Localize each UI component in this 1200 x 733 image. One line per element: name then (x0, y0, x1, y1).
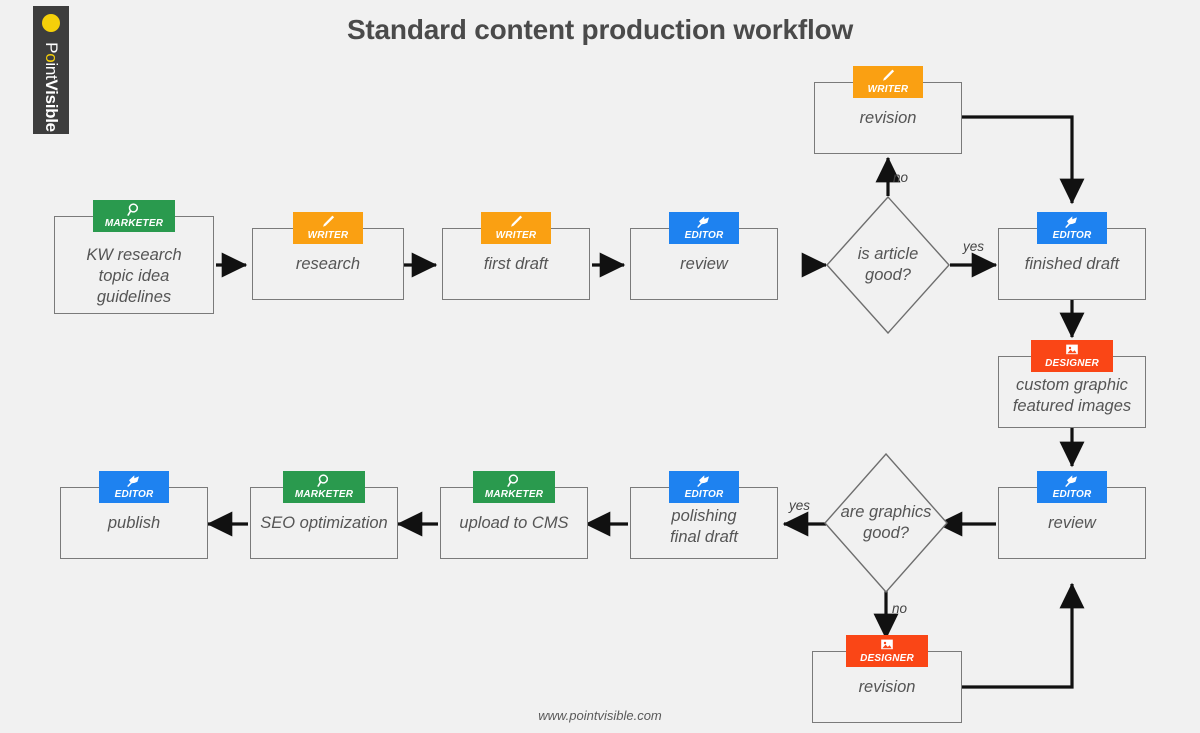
node-label: SEO optimization (260, 514, 388, 532)
logo-wordmark: PointVisible (33, 40, 69, 134)
node-revision-bottom[interactable]: DESIGNER revision (812, 635, 962, 723)
node-label-line2: featured images (1012, 397, 1132, 415)
pushpin-icon (696, 473, 712, 488)
role-badge-label: WRITER (495, 230, 537, 241)
decision-are-graphics-good[interactable]: are graphics good? (824, 453, 948, 593)
node-label: review (680, 255, 728, 273)
role-badge-label: EDITOR (684, 489, 724, 500)
node-label: upload to CMS (459, 514, 569, 532)
node-first-draft[interactable]: WRITER first draft (442, 212, 590, 300)
edge-label-graphics-no: no (892, 601, 908, 616)
role-badge-label: EDITOR (114, 489, 154, 500)
node-review-top[interactable]: EDITOR review (630, 212, 778, 300)
role-badge-editor: EDITOR (1037, 212, 1107, 244)
pushpin-icon (696, 214, 712, 229)
decision-label-line2: good? (863, 524, 909, 542)
role-badge-label: DESIGNER (1045, 358, 1099, 369)
role-badge-editor: EDITOR (99, 471, 169, 503)
node-upload-to-cms[interactable]: MARKETER upload to CMS (440, 471, 588, 559)
role-badge-writer: WRITER (853, 66, 923, 98)
magnifier-icon (126, 202, 142, 217)
node-label: first draft (483, 255, 549, 273)
edge-label-article-yes: yes (963, 239, 985, 254)
image-icon (1064, 342, 1080, 357)
pen-icon (508, 214, 524, 229)
decision-label-line2: good? (865, 266, 911, 284)
role-badge-label: WRITER (867, 84, 909, 95)
node-revision-top[interactable]: WRITER revision (814, 66, 962, 154)
node-label: revision (859, 109, 917, 127)
node-seo-optimization[interactable]: MARKETER SEO optimization (250, 471, 398, 559)
node-label-line3: guidelines (96, 288, 172, 306)
node-label: publish (107, 514, 161, 532)
pushpin-icon (1064, 473, 1080, 488)
decision-is-article-good[interactable]: is article good? (826, 196, 950, 334)
role-badge-marketer: MARKETER (93, 200, 175, 232)
role-badge-label: MARKETER (104, 218, 164, 229)
magnifier-icon (506, 473, 522, 488)
role-badge-writer: WRITER (481, 212, 551, 244)
role-badge-label: EDITOR (684, 230, 724, 241)
role-badge-writer: WRITER (293, 212, 363, 244)
logo-text-o: o (42, 53, 61, 63)
role-badge-label: EDITOR (1052, 230, 1092, 241)
node-label-line2: final draft (670, 528, 738, 546)
footer-url: www.pointvisible.com (538, 708, 662, 723)
image-icon (879, 637, 895, 652)
role-badge-marketer: MARKETER (473, 471, 555, 503)
node-label-line1: custom graphic (1016, 376, 1128, 394)
role-badge-editor: EDITOR (1037, 471, 1107, 503)
node-review-bottom[interactable]: EDITOR review (998, 471, 1146, 559)
pen-icon (320, 214, 336, 229)
diagram-canvas: PointVisible Standard content production… (0, 0, 1200, 733)
page-title: Standard content production workflow (346, 14, 854, 45)
decision-label-line1: is article (857, 245, 919, 263)
role-badge-designer: DESIGNER (846, 635, 928, 667)
edge-label-graphics-yes: yes (789, 498, 811, 513)
node-polishing-final-draft[interactable]: EDITOR polishing final draft (630, 471, 778, 559)
node-label: finished draft (1024, 255, 1120, 273)
node-label: review (1048, 514, 1096, 532)
magnifier-icon (316, 473, 332, 488)
role-badge-label: EDITOR (1052, 489, 1092, 500)
role-badge-editor: EDITOR (669, 471, 739, 503)
node-research[interactable]: WRITER research (252, 212, 404, 300)
node-custom-graphic[interactable]: DESIGNER custom graphic featured images (998, 340, 1146, 428)
role-badge-label: MARKETER (484, 489, 544, 500)
node-label-line1: KW research (86, 246, 182, 264)
pushpin-icon (1064, 214, 1080, 229)
role-badge-editor: EDITOR (669, 212, 739, 244)
logo-text-isible: isible (42, 90, 61, 132)
edge-label-article-no: no (893, 170, 909, 185)
node-kw-research[interactable]: MARKETER KW research topic idea guidelin… (54, 200, 214, 314)
pen-icon (880, 68, 896, 83)
logo-text-v: V (42, 79, 61, 91)
logo-text-int: int (42, 62, 61, 80)
node-label: revision (858, 678, 916, 696)
decision-label-line1: are graphics (840, 503, 932, 521)
pushpin-icon (126, 473, 142, 488)
role-badge-label: DESIGNER (860, 653, 914, 664)
node-label-line2: topic idea (98, 267, 170, 285)
role-badge-designer: DESIGNER (1031, 340, 1113, 372)
node-label-line1: polishing (671, 507, 737, 525)
node-finished-draft[interactable]: EDITOR finished draft (998, 212, 1146, 300)
role-badge-label: WRITER (307, 230, 349, 241)
node-publish[interactable]: EDITOR publish (60, 471, 208, 559)
role-badge-marketer: MARKETER (283, 471, 365, 503)
node-label: research (295, 255, 361, 273)
role-badge-label: MARKETER (294, 489, 354, 500)
